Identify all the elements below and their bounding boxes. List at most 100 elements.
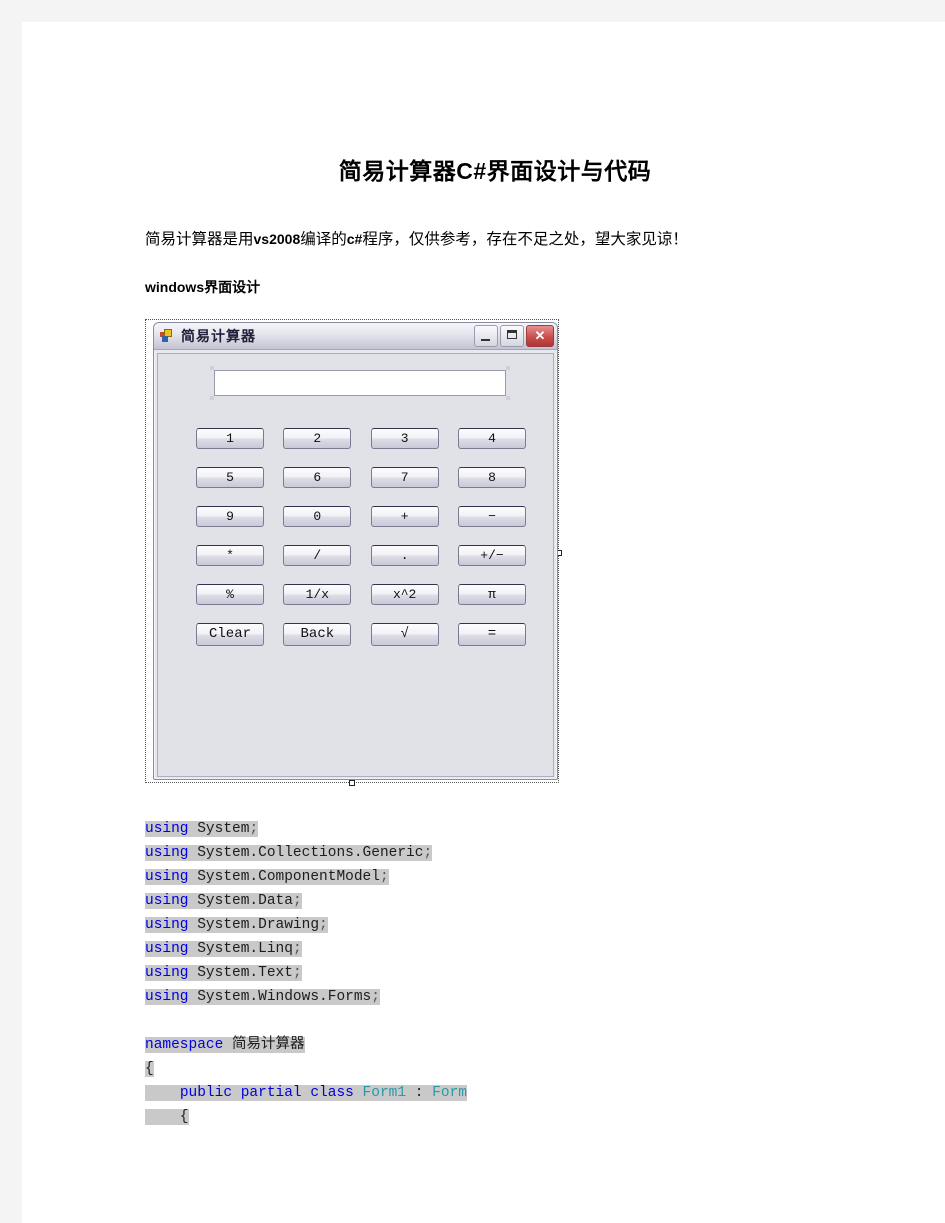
code-token: ; (292, 892, 302, 909)
key-reciprocal[interactable]: 1/x (283, 583, 352, 605)
document-page: 简易计算器C#界面设计与代码 简易计算器是用vs2008编译的c#程序，仅供参考… (22, 22, 945, 1223)
key-back[interactable]: Back (283, 622, 352, 646)
code-line: using System.Text; (145, 961, 845, 985)
code-line-highlight: using System; (145, 820, 259, 837)
key-square[interactable]: x^2 (370, 583, 439, 605)
minimize-icon (481, 338, 490, 341)
code-line-highlight: using System.Text; (145, 964, 302, 981)
code-line: { (145, 1105, 845, 1129)
window-titlebar[interactable]: 简易计算器 ✕ (154, 322, 557, 350)
code-line: using System; (145, 817, 845, 841)
code-line-highlight: public partial class Form1 : Form (145, 1084, 467, 1101)
code-line-highlight: namespace 简易计算器 (145, 1036, 305, 1053)
code-token: ; (371, 988, 380, 1005)
code-token: System.Text (188, 964, 293, 981)
code-token: ; (319, 916, 328, 933)
intro-bold-vs: vs2008 (253, 231, 301, 247)
minimize-button[interactable] (474, 324, 498, 347)
code-line: using System.Windows.Forms; (145, 985, 845, 1009)
calculator-designer-view: 简易计算器 ✕ 1 2 3 4 5 6 7 8 9 0 + − * / . +/… (145, 318, 562, 791)
maximize-button[interactable] (500, 324, 524, 347)
keypad-row: Clear Back √ = (196, 622, 526, 646)
code-token: System.Data (188, 892, 293, 909)
window-title: 简易计算器 (181, 327, 256, 344)
code-token: using (145, 916, 189, 933)
key-clear[interactable]: Clear (196, 622, 264, 646)
key-3[interactable]: 3 (370, 427, 439, 449)
code-line-highlight: using System.Data; (145, 892, 302, 909)
code-token: { (145, 1108, 189, 1125)
code-line-highlight: { (145, 1108, 189, 1125)
intro-paragraph: 简易计算器是用vs2008编译的c#程序，仅供参考，存在不足之处，望大家见谅！ (145, 230, 845, 251)
keypad-row: 1 2 3 4 (196, 427, 526, 449)
code-token: namespace (145, 1036, 224, 1053)
section-label: windows界面设计 (145, 278, 261, 295)
code-token: Form (432, 1084, 467, 1101)
key-divide[interactable]: / (283, 544, 352, 566)
code-token: using (145, 964, 189, 981)
code-token: public partial class (179, 1084, 354, 1101)
key-percent[interactable]: % (196, 583, 264, 605)
display-handle-br (506, 395, 510, 400)
key-minus[interactable]: − (457, 505, 526, 527)
code-token: 简易计算器 (223, 1036, 305, 1053)
close-button[interactable]: ✕ (526, 324, 554, 347)
code-line-highlight: using System.Collections.Generic; (145, 844, 433, 861)
key-pi[interactable]: π (457, 583, 526, 605)
source-code-block: using System; using System.Collections.Ge… (145, 817, 845, 1129)
code-token: : (406, 1084, 433, 1101)
key-4[interactable]: 4 (457, 427, 526, 449)
calculator-window: 简易计算器 ✕ 1 2 3 4 5 6 7 8 9 0 + − * / . +/… (153, 321, 558, 780)
code-line: namespace 简易计算器 (145, 1033, 845, 1057)
display-handle-tl (210, 365, 214, 370)
code-line-highlight: { (145, 1060, 154, 1077)
code-token: using (145, 820, 189, 837)
key-2[interactable]: 2 (283, 427, 352, 449)
key-1[interactable]: 1 (196, 427, 264, 449)
keypad-row: * / . +/− (196, 544, 526, 566)
code-line: using System.Data; (145, 889, 845, 913)
window-client-area: 1 2 3 4 5 6 7 8 9 0 + − * / . +/− % 1/x … (157, 352, 554, 777)
code-token: System.Drawing (188, 916, 320, 933)
key-7[interactable]: 7 (370, 466, 439, 488)
code-token: Form1 (362, 1084, 407, 1101)
app-form-icon (160, 328, 175, 343)
key-sign-toggle[interactable]: +/− (457, 544, 526, 566)
close-icon: ✕ (534, 328, 546, 344)
code-token: using (145, 940, 189, 957)
key-9[interactable]: 9 (196, 505, 264, 527)
code-token: ; (292, 964, 302, 981)
key-sqrt[interactable]: √ (370, 622, 439, 646)
display-input[interactable] (214, 369, 506, 396)
intro-post: 程序，仅供参考，存在不足之处，望大家见谅！ (362, 231, 688, 248)
intro-bold-cs: c# (346, 231, 363, 247)
key-decimal[interactable]: . (370, 544, 439, 566)
code-line: using System.Linq; (145, 937, 845, 961)
code-token: ; (423, 844, 433, 861)
code-line-highlight: using System.Windows.Forms; (145, 988, 380, 1005)
code-token: { (145, 1060, 154, 1077)
code-token: System.ComponentModel (188, 868, 380, 885)
key-0[interactable]: 0 (283, 505, 352, 527)
key-plus[interactable]: + (370, 505, 439, 527)
code-token: using (145, 988, 189, 1005)
resize-handle-bottom[interactable] (349, 779, 355, 786)
code-line: public partial class Form1 : Form (145, 1081, 845, 1105)
key-6[interactable]: 6 (283, 466, 352, 488)
display-handle-tr (506, 365, 510, 370)
key-5[interactable]: 5 (196, 466, 264, 488)
calculator-keypad: 1 2 3 4 5 6 7 8 9 0 + − * / . +/− % 1/x … (196, 427, 526, 646)
code-line: using System.ComponentModel; (145, 865, 845, 889)
display-field-wrapper (210, 365, 510, 400)
code-token: ; (249, 820, 259, 837)
code-line: { (145, 1057, 845, 1081)
key-8[interactable]: 8 (457, 466, 526, 488)
code-line: using System.Drawing; (145, 913, 845, 937)
code-line-highlight: using System.ComponentModel; (145, 868, 389, 885)
code-token: using (145, 844, 189, 861)
key-multiply[interactable]: * (196, 544, 264, 566)
code-line-highlight: using System.Drawing; (145, 916, 328, 933)
key-equals[interactable]: = (457, 622, 526, 646)
code-token: using (145, 892, 189, 909)
code-token: using (145, 868, 189, 885)
